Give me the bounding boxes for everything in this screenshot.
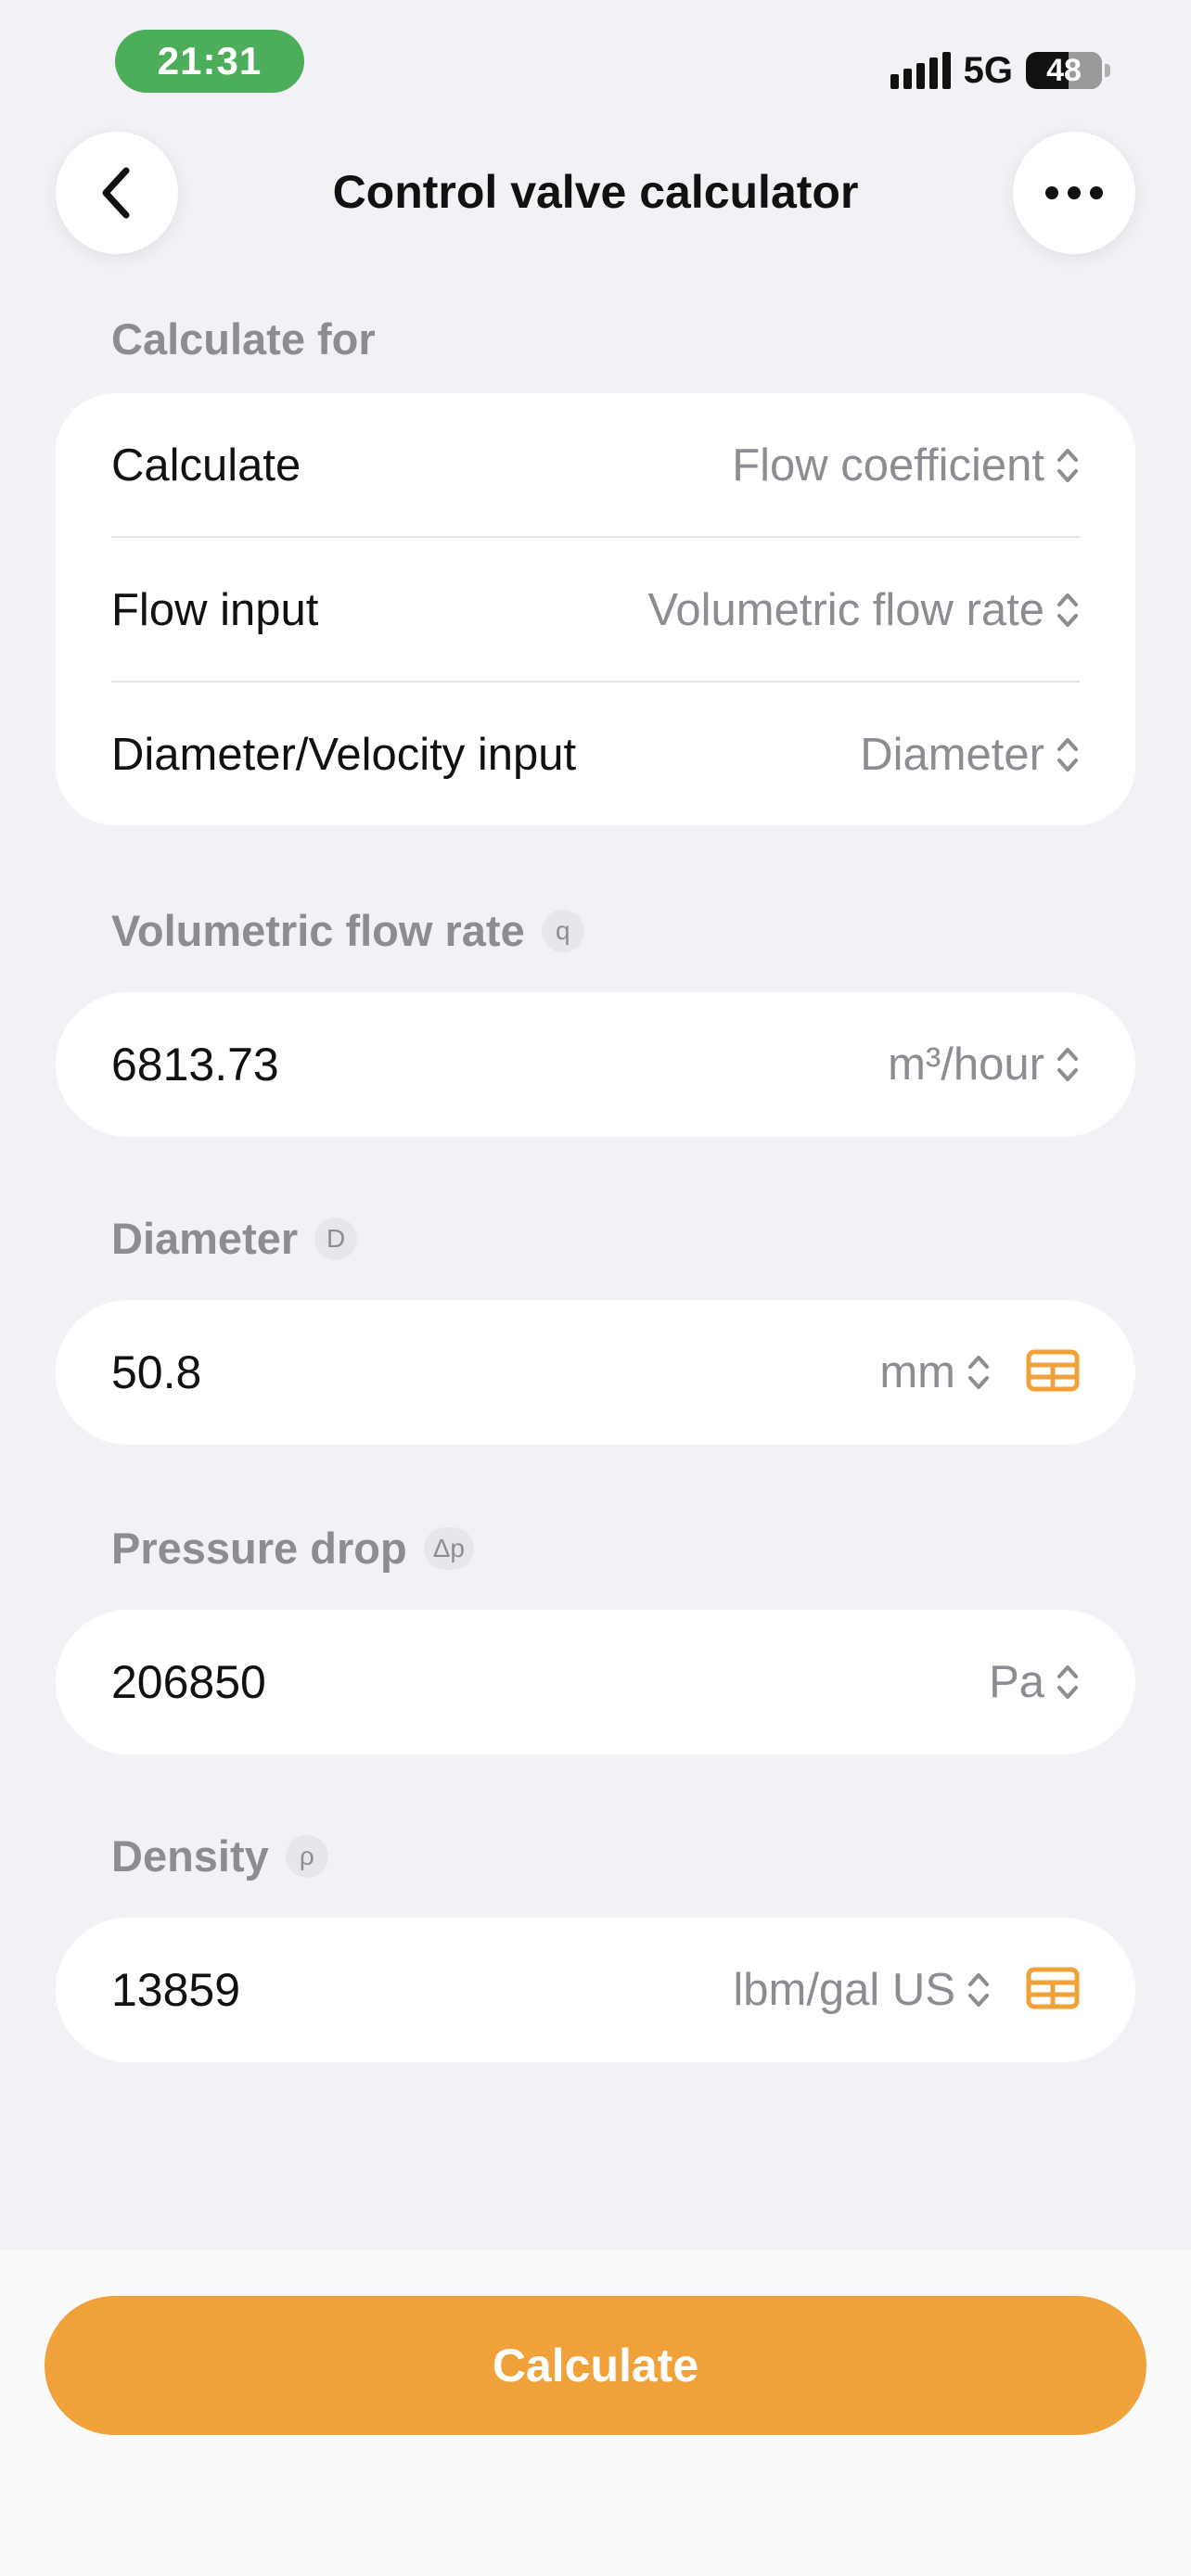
status-time: 21:31 [115,30,304,93]
setting-value: Volumetric flow rate [647,584,1080,636]
field-value[interactable]: 50.8 [111,1345,201,1399]
setting-value-text: Diameter [860,730,1044,780]
field-label-text: Diameter [111,1214,299,1263]
unit-group: Pa [989,1656,1080,1708]
diameter-field[interactable]: 50.8 mm [56,1300,1135,1445]
chevron-up-down-icon [1056,734,1080,775]
setting-value: Diameter [860,729,1080,781]
field-label-text: Volumetric flow rate [111,906,525,955]
more-button[interactable] [1013,132,1135,254]
battery-level: 48 [1046,52,1082,88]
page: 21:31 5G 48 Control valve calculator Cal… [0,0,1191,2576]
unit-group: m³/hour [888,1039,1080,1090]
unit-group: mm [879,1346,1080,1398]
section-label-text: Calculate for [111,314,376,363]
unit-selector[interactable]: lbm/gal US [733,1964,991,2016]
ellipsis-icon [1045,186,1103,199]
unit-text: lbm/gal US [733,1965,955,2015]
unit-selector[interactable]: Pa [989,1656,1080,1708]
unit-selector[interactable]: mm [879,1346,991,1398]
setting-label: Flow input [111,585,319,635]
symbol-chip: D [314,1217,358,1260]
chevron-up-down-icon [1056,1044,1080,1085]
unit-selector[interactable]: m³/hour [888,1039,1080,1090]
calculate-button[interactable]: Calculate [45,2296,1146,2435]
pressure-drop-field[interactable]: 206850 Pa [56,1610,1135,1754]
chevron-up-down-icon [1056,590,1080,631]
signal-icon [890,52,951,89]
setting-value: Flow coefficient [732,440,1080,491]
table-icon[interactable] [1026,1967,1080,2014]
unit-group: lbm/gal US [733,1964,1080,2016]
setting-label: Diameter/Velocity input [111,730,577,780]
table-icon[interactable] [1026,1349,1080,1396]
setting-row-flow-input[interactable]: Flow input Volumetric flow rate [111,538,1080,682]
status-indicators: 5G 48 [890,46,1110,95]
chevron-up-down-icon [967,1352,991,1393]
unit-text: Pa [989,1657,1044,1707]
unit-text: m³/hour [888,1039,1044,1090]
field-label-volumetric-flow-rate: Volumetric flow rate q [111,905,584,956]
field-label-density: Density ρ [111,1830,328,1881]
volumetric-flow-rate-field[interactable]: 6813.73 m³/hour [56,992,1135,1137]
section-label-calculate-for: Calculate for [111,313,376,364]
battery-icon: 48 [1026,52,1110,89]
chevron-up-down-icon [1056,445,1080,486]
calculate-for-card: Calculate Flow coefficient Flow input Vo… [56,393,1135,825]
setting-value-text: Volumetric flow rate [647,585,1044,635]
field-label-text: Density [111,1831,269,1881]
symbol-chip: Δp [423,1526,474,1570]
field-label-pressure-drop: Pressure drop Δp [111,1523,474,1574]
setting-row-diameter-velocity-input[interactable]: Diameter/Velocity input Diameter [111,682,1080,827]
network-label: 5G [963,49,1013,91]
symbol-chip: ρ [285,1834,328,1878]
symbol-chip: q [541,909,584,952]
chevron-up-down-icon [1056,1662,1080,1702]
field-label-diameter: Diameter D [111,1213,358,1264]
chevron-up-down-icon [967,1970,991,2010]
setting-row-calculate[interactable]: Calculate Flow coefficient [111,393,1080,538]
density-field[interactable]: 13859 lbm/gal US [56,1918,1135,2062]
unit-text: mm [879,1347,955,1397]
field-value[interactable]: 6813.73 [111,1038,279,1091]
field-value[interactable]: 13859 [111,1963,240,2017]
setting-label: Calculate [111,440,301,491]
field-value[interactable]: 206850 [111,1655,266,1709]
setting-value-text: Flow coefficient [732,440,1044,491]
field-label-text: Pressure drop [111,1524,407,1573]
